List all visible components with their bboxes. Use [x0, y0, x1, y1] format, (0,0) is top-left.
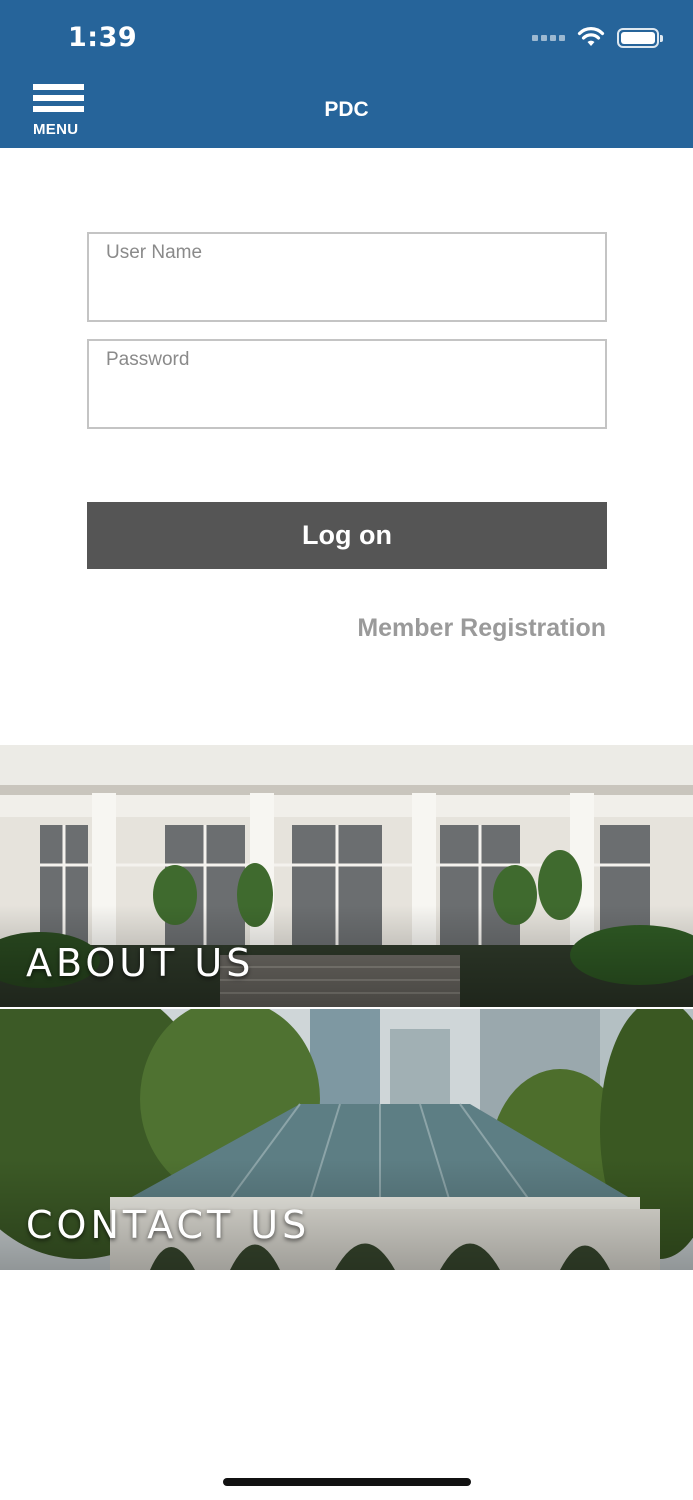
about-us-tile[interactable]: ABOUT US: [0, 745, 693, 1007]
app-header: 1:39 MENU PDC: [0, 0, 693, 148]
password-field[interactable]: Password: [87, 339, 607, 429]
username-field[interactable]: User Name: [87, 232, 607, 322]
username-input[interactable]: [89, 234, 605, 320]
contact-us-label: CONTACT US: [26, 1203, 311, 1247]
signal-icon: [532, 35, 565, 41]
page-title: PDC: [324, 98, 369, 121]
wifi-icon: [577, 27, 605, 46]
contact-us-tile[interactable]: CONTACT US: [0, 1009, 693, 1270]
logon-button[interactable]: Log on: [87, 502, 607, 569]
status-time: 1:39: [68, 22, 138, 53]
password-input[interactable]: [89, 341, 605, 427]
member-registration-link[interactable]: Member Registration: [357, 614, 606, 643]
menu-label: MENU: [33, 121, 79, 138]
status-icons: [532, 26, 663, 50]
about-us-label: ABOUT US: [26, 941, 255, 985]
battery-icon: [617, 28, 663, 48]
home-indicator[interactable]: [223, 1478, 471, 1486]
hamburger-icon: [33, 84, 84, 90]
